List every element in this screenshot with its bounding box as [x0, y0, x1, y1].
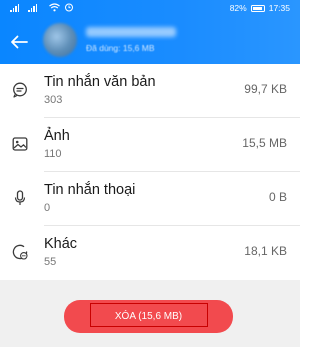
battery-percent: 82% — [229, 3, 247, 13]
category-count: 55 — [44, 256, 57, 268]
category-title: Ảnh — [44, 128, 70, 144]
category-title: Khác — [44, 236, 78, 252]
status-bar: 82% 17:35 — [0, 0, 300, 18]
signal-icon — [10, 4, 19, 12]
arrow-left-icon[interactable] — [10, 35, 28, 49]
contact-name — [86, 27, 176, 37]
clock: 17:35 — [268, 3, 290, 13]
category-size: 0 B — [268, 190, 287, 204]
microphone-icon — [14, 190, 26, 205]
list-item-other[interactable]: Khác 55 18,1 KB — [0, 226, 300, 280]
avatar[interactable] — [43, 23, 77, 57]
image-icon — [12, 137, 28, 151]
category-size: 99,7 KB — [244, 82, 287, 96]
category-title: Tin nhắn văn bản — [44, 74, 156, 90]
signal-icon-2 — [28, 4, 37, 12]
battery-icon — [250, 4, 265, 12]
category-count: 110 — [44, 148, 62, 160]
list-item-voice-messages[interactable]: Tin nhắn thoại 0 0 B — [0, 172, 300, 226]
category-count: 303 — [44, 94, 63, 106]
wifi-icon — [49, 3, 60, 12]
list-item-text-messages[interactable]: Tin nhắn văn bản 303 99,7 KB — [0, 64, 300, 118]
status-right: 82% 17:35 — [230, 3, 290, 13]
chat-bubble-icon — [13, 82, 27, 98]
highlight-box — [90, 303, 208, 327]
app-header: 82% 17:35 Đã dùng: 15,6 MB — [0, 0, 300, 64]
category-count: 0 — [44, 202, 51, 214]
delete-button[interactable]: XÓA (15,6 MB) — [64, 300, 233, 333]
other-icon — [12, 244, 28, 260]
category-title: Tin nhắn thoại — [44, 182, 136, 198]
list-item-photos[interactable]: Ảnh 110 15,5 MB — [0, 118, 300, 172]
category-size: 18,1 KB — [244, 244, 287, 258]
category-size: 15,5 MB — [242, 136, 287, 150]
alarm-icon — [65, 3, 73, 12]
storage-used: Đã dùng: 15,6 MB — [86, 43, 155, 53]
